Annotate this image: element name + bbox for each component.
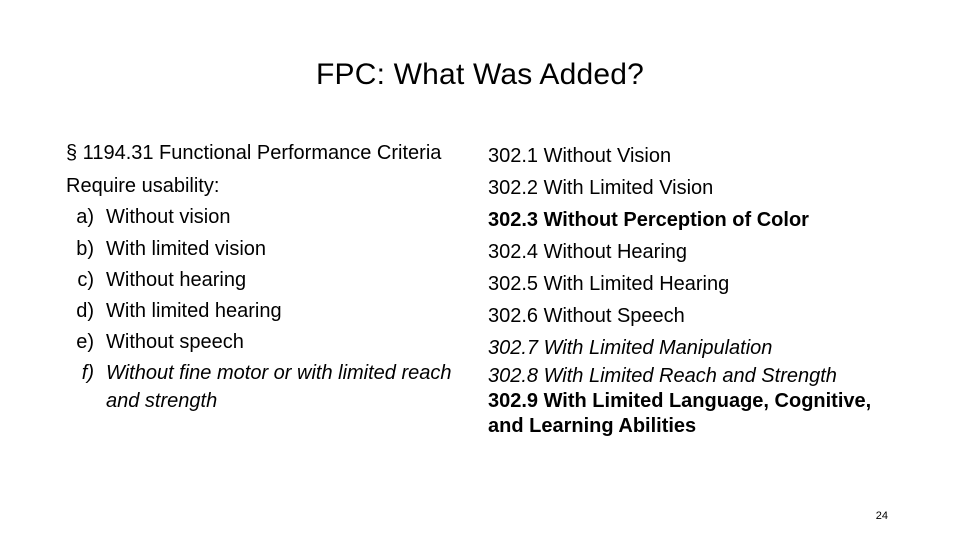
standard-item-302-5: 302.5 With Limited Hearing xyxy=(488,273,730,295)
list-item: b) With limited vision xyxy=(66,236,476,263)
list-marker: b) xyxy=(76,237,94,260)
right-content-column: 302.1 Without Vision 302.2 With Limited … xyxy=(488,140,908,439)
list-item-label: With limited vision xyxy=(106,237,267,260)
list-item: f) Without fine motor or with limited re… xyxy=(66,360,476,414)
list-item-label: Without vision xyxy=(106,206,231,229)
require-usability-label: Require usability: xyxy=(66,175,220,198)
left-content-column: § 1194.31 Functional Performance Criteri… xyxy=(66,140,476,415)
list-item-label: Without speech xyxy=(106,331,244,354)
list-marker: a) xyxy=(76,206,94,229)
standard-item-302-4: 302.4 Without Hearing xyxy=(488,241,688,263)
standard-item-302-6: 302.6 Without Speech xyxy=(488,305,685,327)
slide: FPC: What Was Added? § 1194.31 Functiona… xyxy=(0,0,960,540)
list-item: a) Without vision xyxy=(66,204,476,231)
standard-item-302-9: 302.9 With Limited Language, Cognitive, … xyxy=(488,390,872,437)
list-marker: c) xyxy=(77,268,94,291)
list-marker: f) xyxy=(81,362,94,385)
list-item-label: Without fine motor or with limited reach… xyxy=(106,362,452,412)
page-number: 24 xyxy=(875,510,888,522)
standard-item-302-1: 302.1 Without Vision xyxy=(488,145,672,167)
list-item: e) Without speech xyxy=(66,329,476,356)
list-marker: e) xyxy=(76,331,94,354)
fpc-criteria-list: a) Without vision b) With limited vision… xyxy=(66,204,476,414)
standard-item-302-2: 302.2 With Limited Vision xyxy=(488,177,714,199)
list-marker: d) xyxy=(76,299,94,322)
list-item: d) With limited hearing xyxy=(66,298,476,325)
list-item: c) Without hearing xyxy=(66,267,476,294)
standard-item-302-3: 302.3 Without Perception of Color xyxy=(488,209,809,231)
fpc-section-heading: § 1194.31 Functional Performance Criteri… xyxy=(66,142,442,164)
list-item-label: Without hearing xyxy=(106,268,247,291)
page-title: FPC: What Was Added? xyxy=(315,58,645,91)
list-item-label: With limited hearing xyxy=(106,299,282,322)
standard-item-302-8: 302.8 With Limited Reach and Strength xyxy=(488,365,837,387)
standard-item-302-7: 302.7 With Limited Manipulation xyxy=(488,337,773,359)
